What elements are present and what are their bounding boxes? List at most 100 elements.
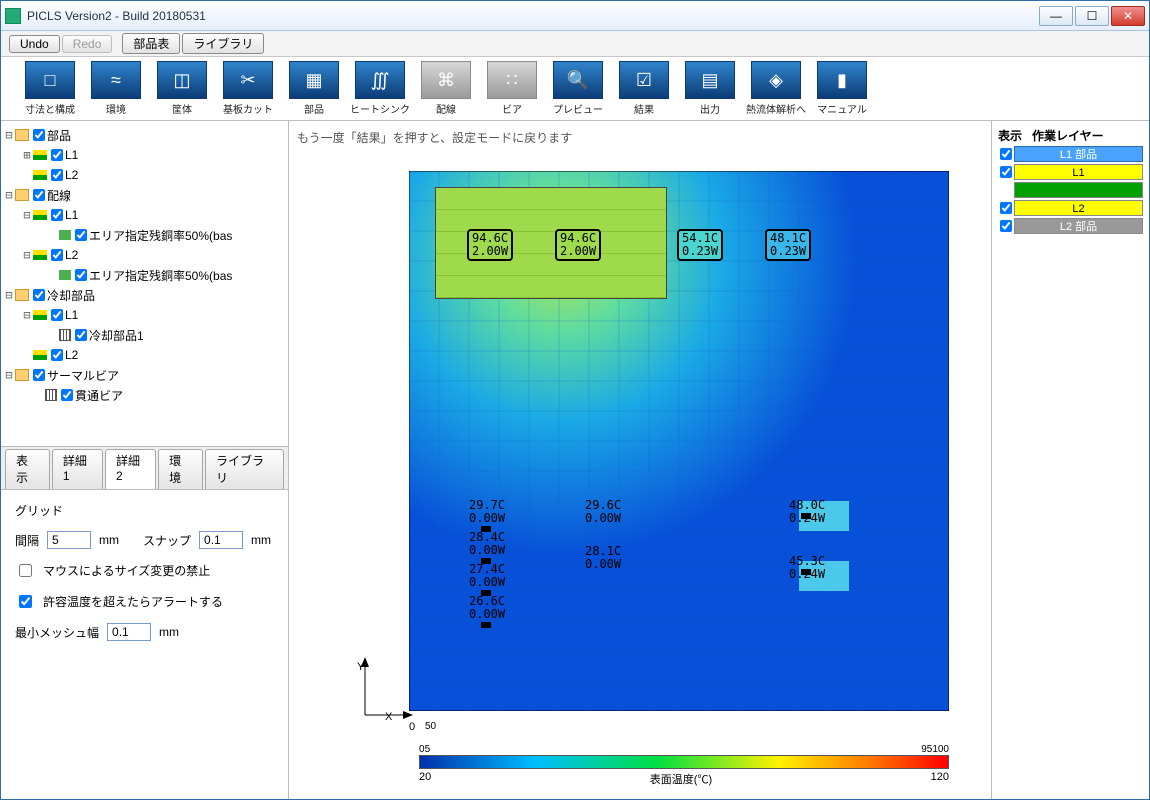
- layer-icon: [33, 250, 47, 260]
- cooling-icon: [59, 329, 71, 341]
- layer-visible-checkbox[interactable]: [1000, 220, 1012, 232]
- toolbar-部品[interactable]: ▦部品: [283, 59, 345, 118]
- tab-detail2[interactable]: 詳細2: [105, 449, 156, 489]
- temp-alert-checkbox[interactable]: [19, 595, 32, 608]
- layer-swatch-l1[interactable]: L1: [1014, 164, 1143, 180]
- tree-label: L2: [65, 348, 78, 362]
- tree-checkbox[interactable]: [33, 369, 45, 381]
- toolbar-icon: ☑: [619, 61, 669, 99]
- snap-input[interactable]: [199, 531, 243, 549]
- tree-checkbox[interactable]: [75, 269, 87, 281]
- lock-mouse-resize-checkbox[interactable]: [19, 564, 32, 577]
- toolbar-ヒートシンク[interactable]: ∭ヒートシンク: [349, 59, 411, 118]
- axis-icon: [345, 655, 415, 725]
- layer-visible-checkbox[interactable]: [1000, 148, 1012, 160]
- toolbar-icon: ▤: [685, 61, 735, 99]
- right-header-display: 表示: [998, 127, 1032, 144]
- tree-label: L1: [65, 308, 78, 322]
- temp-label: 27.4C0.00W: [469, 563, 505, 589]
- layer-swatch-l2[interactable]: L2: [1014, 200, 1143, 216]
- toolbar-マニュアル[interactable]: ▮マニュアル: [811, 59, 873, 118]
- toolbar-出力[interactable]: ▤出力: [679, 59, 741, 118]
- toolbar-label: ヒートシンク: [350, 101, 410, 116]
- toolbar-基板カット[interactable]: ✂基板カット: [217, 59, 279, 118]
- titlebar[interactable]: PICLS Version2 - Build 20180531 — ☐ ✕: [1, 1, 1149, 31]
- toolbar-icon: ◈: [751, 61, 801, 99]
- redo-button[interactable]: Redo: [62, 35, 113, 53]
- toolbar-寸法と構成[interactable]: □ 寸法と構成: [19, 59, 81, 118]
- layer-visible-checkbox[interactable]: [1000, 202, 1012, 214]
- folder-icon: [15, 189, 29, 201]
- colorbar-low: 20: [419, 771, 431, 787]
- layer-visible-checkbox[interactable]: [1000, 166, 1012, 178]
- colorbar-high: 120: [931, 771, 949, 787]
- model-tree[interactable]: ⊟部品 ⊞L1 L2 ⊟配線 ⊟L1 エリア指定残銅率50%(bas ⊟L2 エ…: [1, 121, 288, 447]
- tab-display[interactable]: 表示: [5, 449, 50, 489]
- folder-icon: [15, 289, 29, 301]
- tree-checkbox[interactable]: [51, 149, 63, 161]
- grid-label: グリッド: [15, 502, 274, 519]
- min-mesh-input[interactable]: [107, 623, 151, 641]
- tree-label: 貫通ビア: [75, 387, 123, 404]
- tree-label: エリア指定残銅率50%(bas: [89, 227, 232, 244]
- right-header-layer: 作業レイヤー: [1032, 127, 1104, 144]
- tree-checkbox[interactable]: [33, 289, 45, 301]
- tree-checkbox[interactable]: [33, 129, 45, 141]
- tab-detail1[interactable]: 詳細1: [52, 449, 103, 489]
- tree-checkbox[interactable]: [51, 169, 63, 181]
- library-button[interactable]: ライブラリ: [182, 33, 264, 54]
- toolbar-icon: ▮: [817, 61, 867, 99]
- temp-label: 29.6C0.00W: [585, 499, 621, 525]
- toolbar-筐体[interactable]: ◫筐体: [151, 59, 213, 118]
- unit-mm: mm: [159, 625, 179, 639]
- heatmap: 94.6C2.00W 94.6C2.00W 54.1C0.23W 48.1C0.…: [409, 171, 949, 711]
- layer-icon: [33, 310, 47, 320]
- toolbar-label: 寸法と構成: [25, 101, 75, 116]
- window-title: PICLS Version2 - Build 20180531: [27, 9, 1039, 23]
- colorbar-title: 表面温度(℃): [650, 771, 712, 787]
- undo-button[interactable]: Undo: [9, 35, 60, 53]
- layer-icon: [33, 170, 47, 180]
- layer-swatch-l2parts[interactable]: L2 部品: [1014, 218, 1143, 234]
- toolbar-icon: □: [25, 61, 75, 99]
- layer-swatch-dielectric[interactable]: [1014, 182, 1143, 198]
- area-icon: [59, 230, 71, 240]
- grid-spacing-input[interactable]: [47, 531, 91, 549]
- pin-icon: [801, 513, 811, 519]
- layer-swatch-l1parts[interactable]: L1 部品: [1014, 146, 1143, 162]
- maximize-button[interactable]: ☐: [1075, 6, 1109, 26]
- pin-icon: [481, 622, 491, 628]
- folder-icon: [15, 369, 29, 381]
- tree-checkbox[interactable]: [51, 249, 63, 261]
- toolbar-熱流体解析へ[interactable]: ◈熱流体解析へ: [745, 59, 807, 118]
- tree-checkbox[interactable]: [51, 209, 63, 221]
- edit-toolbar: Undo Redo 部品表 ライブラリ: [1, 31, 1149, 57]
- tree-checkbox[interactable]: [75, 329, 87, 341]
- close-button[interactable]: ✕: [1111, 6, 1145, 26]
- toolbar-環境[interactable]: ≈環境: [85, 59, 147, 118]
- tree-checkbox[interactable]: [33, 189, 45, 201]
- toolbar-label: 部品: [304, 101, 324, 116]
- toolbar-プレビュー[interactable]: 🔍プレビュー: [547, 59, 609, 118]
- lock-mouse-resize-label: マウスによるサイズ変更の禁止: [43, 562, 210, 579]
- minimize-button[interactable]: —: [1039, 6, 1073, 26]
- canvas[interactable]: もう一度「結果」を押すと、設定モードに戻ります: [289, 121, 991, 799]
- tree-checkbox[interactable]: [51, 309, 63, 321]
- layer-panel: 表示 作業レイヤー L1 部品 L1 L2 L2 部品: [991, 121, 1149, 799]
- parts-list-button[interactable]: 部品表: [122, 33, 180, 54]
- tree-checkbox[interactable]: [51, 349, 63, 361]
- tree-label: 配線: [47, 187, 71, 204]
- tree-checkbox[interactable]: [75, 229, 87, 241]
- component-box: 94.6C2.00W: [555, 229, 601, 261]
- snap-label: スナップ: [143, 532, 191, 549]
- toolbar-結果[interactable]: ☑結果: [613, 59, 675, 118]
- toolbar-ビア[interactable]: ∷ビア: [481, 59, 543, 118]
- toolbar-配線[interactable]: ⌘配線: [415, 59, 477, 118]
- app-window: PICLS Version2 - Build 20180531 — ☐ ✕ Un…: [0, 0, 1150, 800]
- tab-env[interactable]: 環境: [158, 449, 203, 489]
- toolbar-icon: ◫: [157, 61, 207, 99]
- temp-alert-label: 許容温度を超えたらアラートする: [43, 593, 223, 610]
- tree-checkbox[interactable]: [61, 389, 73, 401]
- tab-library[interactable]: ライブラリ: [205, 449, 284, 489]
- left-panel: ⊟部品 ⊞L1 L2 ⊟配線 ⊟L1 エリア指定残銅率50%(bas ⊟L2 エ…: [1, 121, 289, 799]
